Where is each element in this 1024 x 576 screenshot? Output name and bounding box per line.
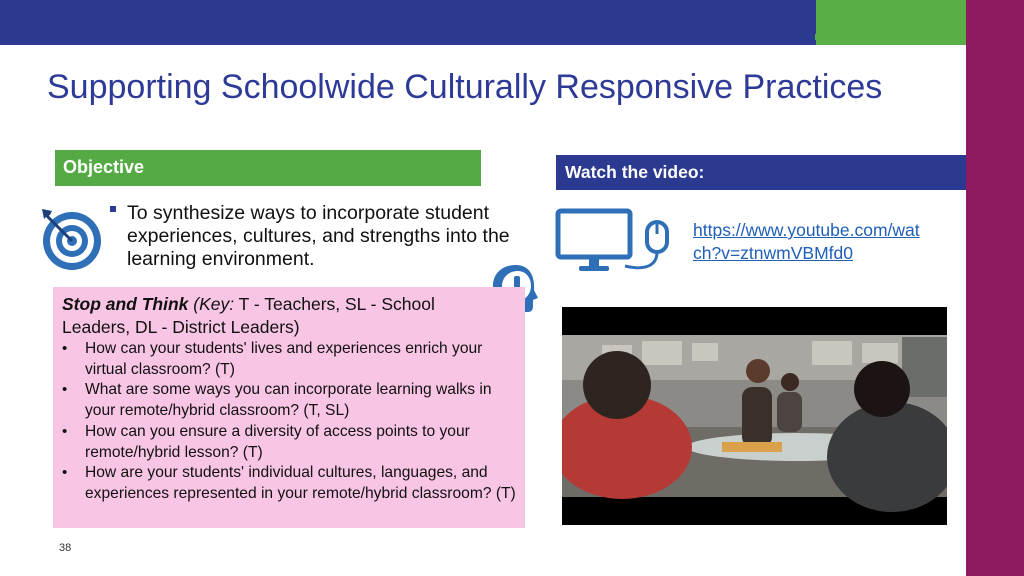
list-item: How can your students' lives and experie… <box>62 339 517 380</box>
slide-number: 38 <box>59 542 72 554</box>
computer-mouse-icon <box>555 208 669 271</box>
top-banner <box>0 0 966 45</box>
objective-bullet <box>110 206 116 212</box>
list-item: What are some ways you can incorporate l… <box>62 380 517 421</box>
stop-and-think-label: Stop and Think <box>62 294 189 314</box>
list-item: How can you ensure a diversity of access… <box>62 422 517 463</box>
objective-text: To synthesize ways to incorporate studen… <box>127 202 510 270</box>
pixel-pattern-decoration <box>815 0 877 44</box>
page-title: Supporting Schoolwide Culturally Respons… <box>47 68 883 106</box>
video-link[interactable]: https://www.youtube.com/watch?v=ztnwmVBM… <box>693 219 923 265</box>
question-list: How can your students' lives and experie… <box>62 339 517 505</box>
target-icon <box>42 209 101 270</box>
objective-heading: Objective <box>55 150 481 186</box>
video-thumbnail[interactable] <box>562 307 947 525</box>
list-item: How are your students' individual cultur… <box>62 463 517 504</box>
stop-and-think-box: Stop and Think (Key: T - Teachers, SL - … <box>53 287 525 528</box>
key-label: (Key: <box>193 294 235 314</box>
watch-video-heading: Watch the video: <box>556 155 966 190</box>
right-side-band <box>966 0 1024 576</box>
stop-and-think-intro: Stop and Think (Key: T - Teachers, SL - … <box>62 293 482 339</box>
